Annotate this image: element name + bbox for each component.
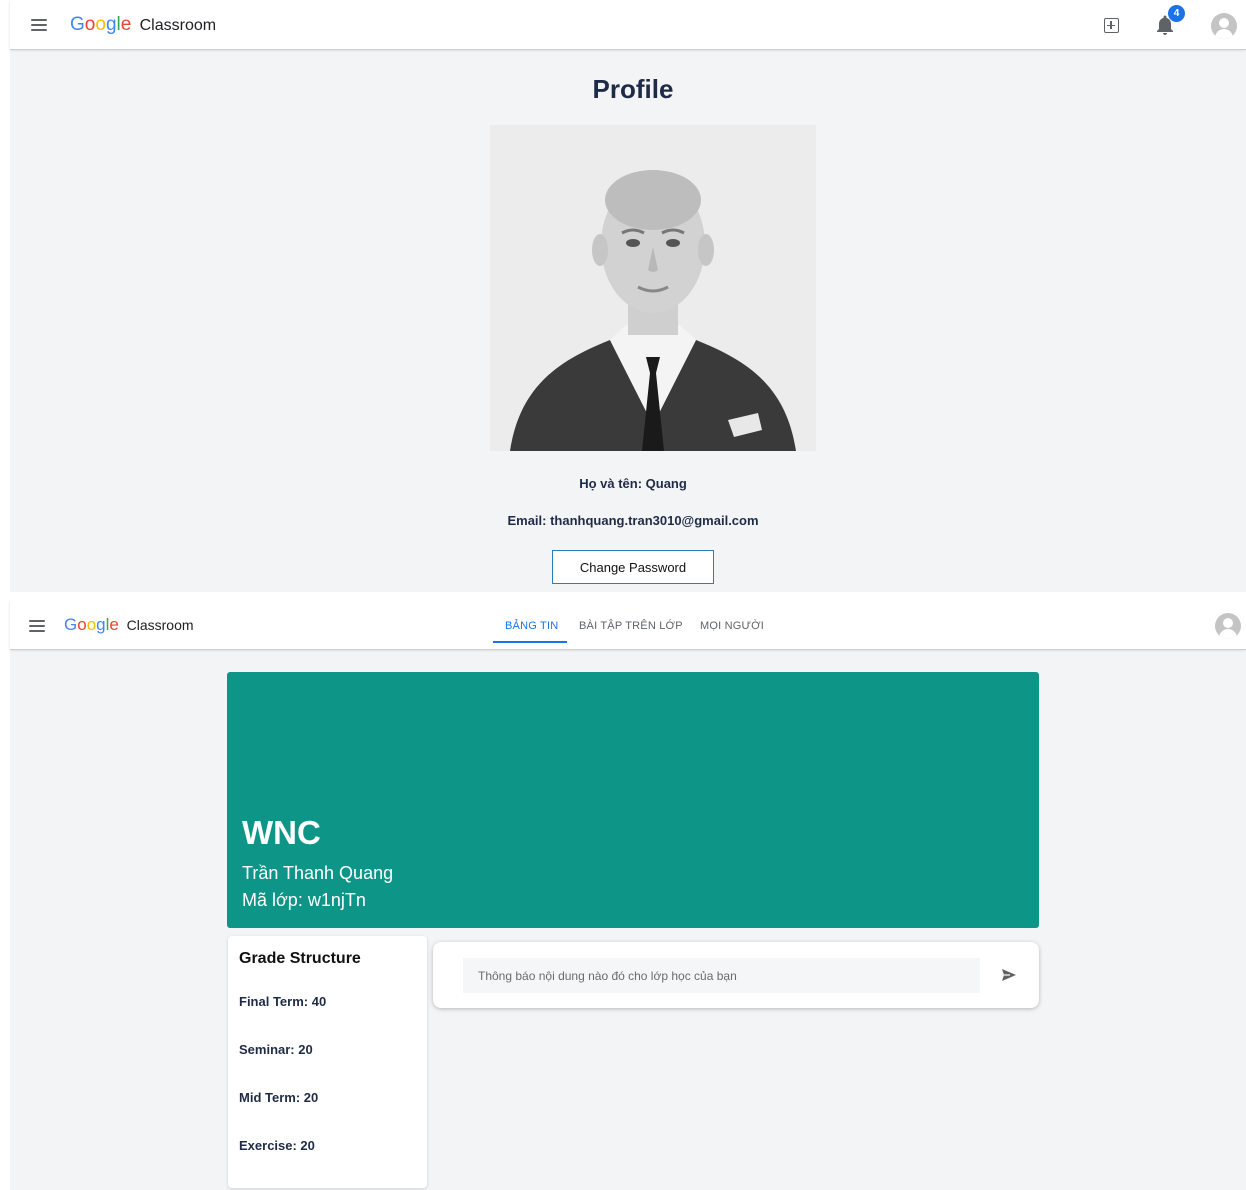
logo-letter: o — [95, 14, 106, 35]
grade-item: Exercise: 20 — [239, 1138, 315, 1153]
send-icon[interactable] — [1001, 967, 1017, 983]
page-title: Profile — [592, 74, 674, 104]
logo-letter: e — [120, 14, 132, 35]
tab-classwork[interactable]: BÀI TẬP TRÊN LỚP — [579, 620, 683, 632]
logo-letter: g — [105, 14, 117, 35]
tab-people[interactable]: MỌI NGƯỜI — [700, 620, 764, 632]
logo-letter: G — [64, 615, 78, 634]
account-icon[interactable] — [1211, 13, 1237, 39]
app-name-text: Classroom — [139, 17, 217, 34]
logo-letter: e — [109, 615, 119, 634]
teacher-name: Trần Thanh Quang — [242, 863, 394, 883]
tab-stream[interactable]: BẢNG TIN — [505, 620, 558, 632]
change-password-button[interactable]: Change Password — [552, 550, 714, 584]
grade-item: Seminar: 20 — [239, 1042, 313, 1057]
class-code: Mã lớp: w1njTn — [242, 890, 366, 910]
logo-letter: o — [86, 615, 97, 634]
logo-letter: o — [77, 615, 87, 634]
logo-letter: g — [96, 615, 106, 634]
app-name-text: Classroom — [126, 617, 194, 633]
grade-item: Final Term: 40 — [239, 994, 327, 1009]
menu-icon[interactable] — [29, 620, 45, 632]
account-icon[interactable] — [1215, 613, 1241, 639]
notification-badge: 4 — [1168, 5, 1185, 22]
grade-item: Mid Term: 20 — [239, 1090, 319, 1105]
app-logo[interactable]: Google Classroom — [70, 14, 216, 36]
active-tab-indicator — [493, 641, 567, 643]
app-logo[interactable]: Google Classroom — [64, 615, 194, 635]
logo-letter: o — [84, 14, 96, 35]
full-name-text: Họ và tên: Quang — [579, 476, 687, 491]
email-text: Email: thanhquang.tran3010@gmail.com — [507, 513, 759, 528]
grade-structure-title: Grade Structure — [239, 950, 361, 967]
profile-photo — [490, 125, 816, 451]
logo-letter: G — [70, 14, 85, 35]
announcement-input[interactable] — [463, 958, 980, 993]
class-name: WNC — [242, 814, 321, 851]
menu-icon[interactable] — [31, 19, 47, 31]
add-icon[interactable] — [1104, 18, 1119, 33]
